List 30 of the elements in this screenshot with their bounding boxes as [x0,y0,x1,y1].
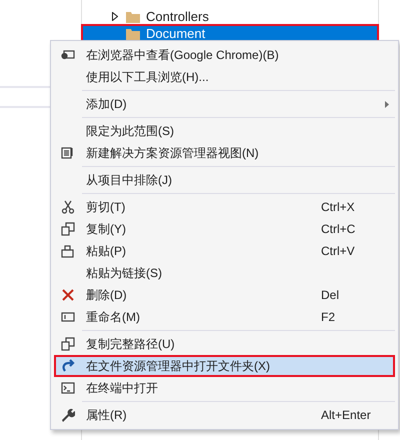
paste-icon [61,244,75,258]
copy-icon [61,337,75,351]
copy-icon [61,222,75,236]
explorer-view-icon [61,146,75,160]
menu-item[interactable]: 在文件资源管理器中打开文件夹(X) [54,355,395,377]
menu-item[interactable]: 从项目中排除(J) [54,169,395,191]
menu-item[interactable]: 粘贴(P) Ctrl+V [54,240,395,262]
curved-arrow-icon [61,359,75,373]
wrench-icon [61,408,75,422]
scissors-icon [61,200,75,214]
folder-icon [126,10,140,22]
tree-item[interactable]: Controllers [82,8,378,25]
menu-item[interactable]: 复制完整路径(U) [54,333,395,355]
delete-icon [61,288,75,302]
menu-item[interactable]: 属性(R) Alt+Enter [54,404,395,426]
menu-item[interactable]: 粘贴为链接(S) [54,262,395,284]
menu-item[interactable]: 在浏览器中查看(Google Chrome)(B) [54,44,395,66]
menu-item[interactable]: 删除(D) Del [54,284,395,306]
menu-item[interactable]: 限定为此范围(S) [54,120,395,142]
menu-item[interactable]: 复制(Y) Ctrl+C [54,218,395,240]
expand-arrow-icon[interactable] [112,12,118,21]
terminal-icon [61,381,75,395]
menu-item[interactable]: 新建解决方案资源管理器视图(N) [54,142,395,164]
menu-item[interactable]: 在终端中打开 [54,377,395,399]
menu-item[interactable]: 重命名(M) F2 [54,306,395,328]
rename-icon [61,310,75,324]
menu-item[interactable]: 剪切(T) Ctrl+X [54,196,395,218]
menu-item[interactable]: 添加(D) [54,93,395,115]
browser-icon [61,48,75,62]
menu-item[interactable]: 使用以下工具浏览(H)... [54,66,395,88]
